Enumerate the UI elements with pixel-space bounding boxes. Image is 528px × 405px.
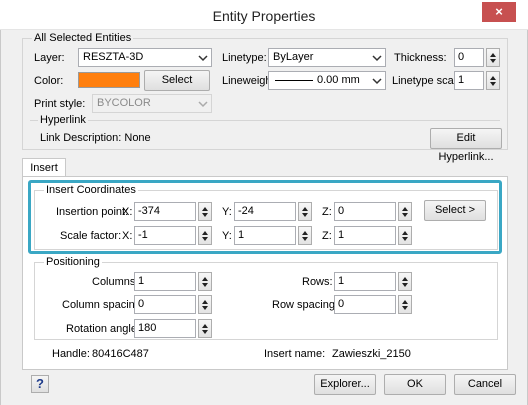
rows-label: Rows: — [302, 276, 333, 288]
thickness-value: 0 — [458, 51, 465, 63]
linetype-label: Linetype: — [222, 52, 267, 64]
scale-y-spinner[interactable] — [298, 226, 312, 245]
thickness-input[interactable]: 0 — [454, 48, 484, 67]
rows-value: 1 — [338, 275, 345, 287]
color-swatch[interactable] — [78, 72, 140, 88]
linetype-scale-value: 1 — [458, 74, 465, 86]
rotation-angle-input[interactable]: 180 — [134, 319, 196, 338]
scale-y-input[interactable]: 1 — [234, 226, 296, 245]
insertion-z-label: Z: — [322, 206, 332, 218]
insert-name-value: Zawieszki_2150 — [332, 348, 411, 360]
insertion-x-label: X: — [122, 206, 133, 218]
rows-spinner[interactable] — [398, 272, 412, 291]
insertion-y-spinner[interactable] — [298, 202, 312, 221]
handle-value: 80416C487 — [92, 348, 149, 360]
column-spacing-label: Column spacing: — [62, 299, 144, 311]
insertion-z-input[interactable]: 0 — [334, 202, 396, 221]
layer-combo[interactable]: RESZTA-3D — [78, 48, 212, 67]
window-title: Entity Properties — [212, 8, 316, 24]
all-selected-group-label: All Selected Entities — [32, 32, 134, 44]
linetype-scale-spinner[interactable] — [486, 71, 500, 90]
layer-value: RESZTA-3D — [83, 51, 144, 63]
rotation-angle-label: Rotation angle: — [66, 323, 140, 335]
scale-factor-label: Scale factor: — [60, 230, 122, 242]
linetype-value: ByLayer — [273, 51, 314, 63]
chevron-down-icon — [372, 55, 382, 62]
print-style-combo: BYCOLOR — [92, 94, 212, 113]
column-spacing-spinner[interactable] — [198, 295, 212, 314]
rows-input[interactable]: 1 — [334, 272, 396, 291]
insertion-x-input[interactable]: -374 — [134, 202, 196, 221]
scale-z-spinner[interactable] — [398, 226, 412, 245]
color-label: Color: — [34, 75, 64, 87]
hyperlink-group-label: Hyperlink — [38, 114, 88, 126]
columns-spinner[interactable] — [198, 272, 212, 291]
link-description: Link Description: None — [40, 132, 151, 144]
column-spacing-value: 0 — [138, 298, 145, 310]
close-button[interactable]: × — [482, 2, 516, 22]
scale-x-label: X: — [122, 230, 133, 242]
select-insertion-point-button[interactable]: Select > — [424, 200, 486, 221]
lineweight-preview — [275, 80, 313, 81]
insertion-point-label: Insertion point: — [56, 206, 129, 218]
layer-label: Layer: — [34, 52, 65, 64]
scale-z-value: 1 — [338, 229, 345, 241]
row-spacing-input[interactable]: 0 — [334, 295, 396, 314]
rotation-angle-spinner[interactable] — [198, 319, 212, 338]
insertion-y-input[interactable]: -24 — [234, 202, 296, 221]
positioning-group-label: Positioning — [44, 256, 102, 268]
select-color-button[interactable]: Select Color... — [144, 70, 210, 105]
columns-input[interactable]: 1 — [134, 272, 196, 291]
thickness-label: Thickness: — [394, 52, 447, 64]
insertion-y-value: -24 — [238, 205, 254, 217]
print-style-label: Print style: — [34, 98, 86, 110]
chevron-down-icon — [198, 55, 208, 62]
explorer-button[interactable]: Explorer... — [314, 374, 376, 395]
lineweight-combo[interactable]: 0.00 mm — [268, 71, 386, 90]
handle-label: Handle: — [52, 348, 90, 360]
rotation-angle-value: 180 — [138, 322, 157, 334]
chevron-down-icon — [198, 101, 208, 108]
scale-y-value: 1 — [238, 229, 245, 241]
insertion-y-label: Y: — [222, 206, 232, 218]
column-spacing-input[interactable]: 0 — [134, 295, 196, 314]
linetype-combo[interactable]: ByLayer — [268, 48, 386, 67]
edit-hyperlink-button[interactable]: Edit Hyperlink... — [430, 128, 502, 163]
linetype-scale-input[interactable]: 1 — [454, 71, 484, 90]
cancel-button[interactable]: Cancel — [454, 374, 516, 395]
print-style-value: BYCOLOR — [97, 97, 151, 109]
ok-button[interactable]: OK — [384, 374, 446, 395]
lineweight-value: 0.00 mm — [317, 74, 360, 86]
row-spacing-label: Row spacing: — [272, 299, 339, 311]
insertion-x-spinner[interactable] — [198, 202, 212, 221]
insertion-x-value: -374 — [138, 205, 161, 217]
insertion-z-value: 0 — [338, 205, 345, 217]
columns-value: 1 — [138, 275, 145, 287]
scale-x-spinner[interactable] — [198, 226, 212, 245]
scale-x-value: -1 — [138, 229, 148, 241]
insert-coordinates-group-label: Insert Coordinates — [44, 184, 138, 196]
columns-label: Columns: — [92, 276, 139, 288]
scale-z-input[interactable]: 1 — [334, 226, 396, 245]
scale-z-label: Z: — [322, 230, 332, 242]
row-spacing-value: 0 — [338, 298, 345, 310]
help-button[interactable]: ? — [31, 375, 49, 393]
insertion-z-spinner[interactable] — [398, 202, 412, 221]
chevron-down-icon — [372, 78, 382, 85]
insert-name-label: Insert name: — [264, 348, 326, 360]
scale-x-input[interactable]: -1 — [134, 226, 196, 245]
row-spacing-spinner[interactable] — [398, 295, 412, 314]
scale-y-label: Y: — [222, 230, 232, 242]
tab-insert[interactable]: Insert — [22, 158, 66, 177]
thickness-spinner[interactable] — [486, 48, 500, 67]
